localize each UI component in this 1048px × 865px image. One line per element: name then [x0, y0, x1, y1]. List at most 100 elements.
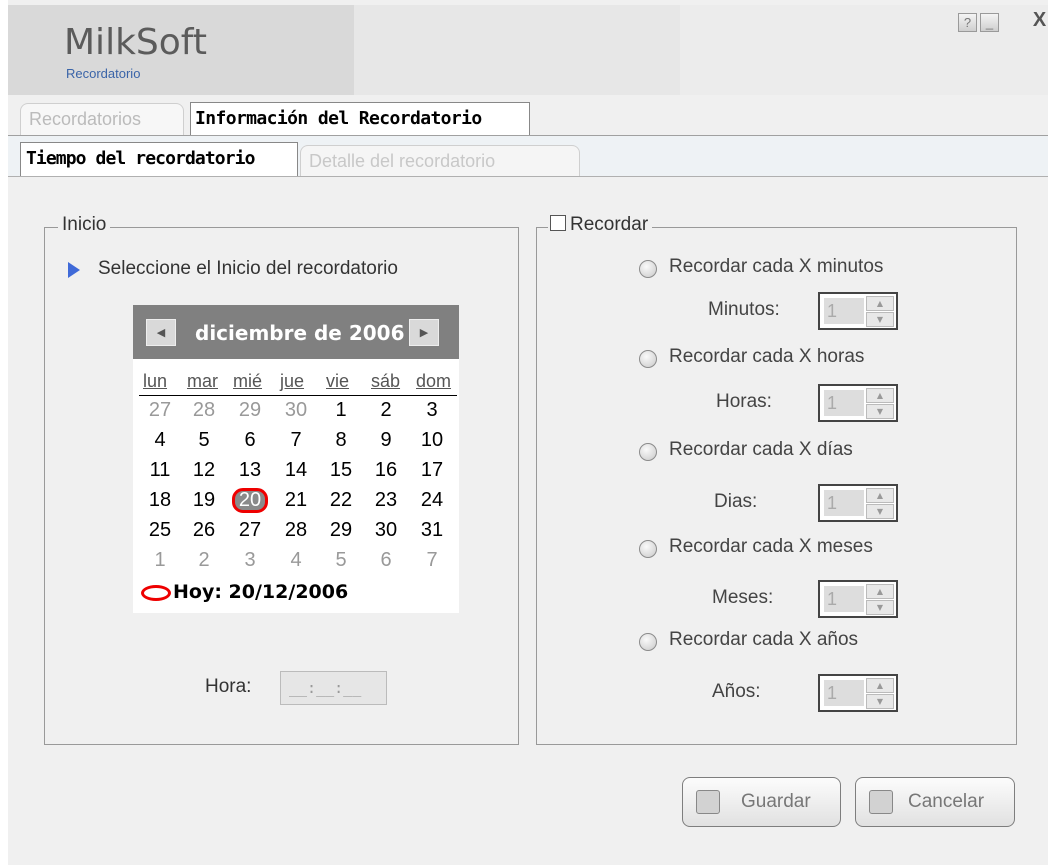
- recordar-radio[interactable]: [639, 540, 657, 558]
- calendar-day[interactable]: 13: [235, 459, 265, 482]
- calendar-day[interactable]: 5: [326, 549, 356, 572]
- recordar-radio[interactable]: [639, 350, 657, 368]
- stepper-value[interactable]: 1: [824, 390, 864, 416]
- tab-recordatorios[interactable]: Recordatorios: [20, 103, 184, 135]
- calendar-day[interactable]: 30: [281, 399, 311, 422]
- stepper-up-icon[interactable]: ▲: [866, 488, 894, 503]
- stepper-down-icon[interactable]: ▼: [866, 694, 894, 709]
- hora-input[interactable]: __:__:__: [280, 671, 387, 705]
- prev-month-button[interactable]: ◀: [146, 319, 176, 346]
- guardar-label: Guardar: [741, 791, 811, 812]
- stepper-down-icon[interactable]: ▼: [866, 504, 894, 519]
- stepper-up-icon[interactable]: ▲: [866, 678, 894, 693]
- calendar-day[interactable]: 30: [371, 519, 401, 542]
- tab-tiempo-recordatorio[interactable]: Tiempo del recordatorio: [20, 142, 298, 176]
- calendar-day[interactable]: 1: [326, 399, 356, 422]
- recordar-radio[interactable]: [639, 633, 657, 651]
- calendar-day[interactable]: 5: [189, 429, 219, 452]
- weekday-header: mié: [233, 371, 263, 391]
- next-month-button[interactable]: ▶: [409, 319, 439, 346]
- calendar-day[interactable]: 1: [145, 549, 175, 572]
- stepper-up-icon[interactable]: ▲: [866, 584, 894, 599]
- stepper-value[interactable]: 1: [824, 490, 864, 516]
- tab-informacion-recordatorio[interactable]: Información del Recordatorio: [190, 102, 530, 136]
- weekday-header: lun: [143, 371, 168, 391]
- calendar-day[interactable]: 8: [326, 429, 356, 452]
- calendar-day[interactable]: 4: [281, 549, 311, 572]
- calendar-header: ◀ diciembre de 2006 ▶: [133, 305, 459, 359]
- interval-field-label: Dias:: [714, 491, 758, 512]
- recordar-radio[interactable]: [639, 443, 657, 461]
- interval-stepper[interactable]: 1 ▲ ▼: [818, 674, 898, 712]
- interval-stepper[interactable]: 1 ▲ ▼: [818, 580, 898, 618]
- calendar-day[interactable]: 25: [145, 519, 175, 542]
- calendar-day[interactable]: 2: [371, 399, 401, 422]
- recordar-radio-label[interactable]: Recordar cada X meses: [669, 536, 873, 558]
- close-button[interactable]: X: [1031, 10, 1048, 30]
- calendar-day[interactable]: 23: [371, 489, 401, 512]
- calendar-day[interactable]: 6: [371, 549, 401, 572]
- calendar-day[interactable]: 28: [281, 519, 311, 542]
- help-button[interactable]: ?: [958, 13, 977, 32]
- calendar-day[interactable]: 19: [189, 489, 219, 512]
- calendar-day[interactable]: 15: [326, 459, 356, 482]
- calendar-day[interactable]: 27: [145, 399, 175, 422]
- calendar-divider: [139, 395, 457, 396]
- recordar-radio-label[interactable]: Recordar cada X años: [669, 629, 858, 651]
- stepper-up-icon[interactable]: ▲: [866, 296, 894, 311]
- cancel-icon: [869, 790, 893, 814]
- calendar-day[interactable]: 4: [145, 429, 175, 452]
- recordar-radio-label[interactable]: Recordar cada X minutos: [669, 256, 883, 278]
- today-link[interactable]: Hoy: 20/12/2006: [173, 581, 348, 603]
- interval-stepper[interactable]: 1 ▲ ▼: [818, 292, 898, 330]
- calendar-day[interactable]: 10: [417, 429, 447, 452]
- recordar-radio-label[interactable]: Recordar cada X horas: [669, 346, 864, 368]
- recordar-checkbox[interactable]: [550, 215, 566, 231]
- calendar-day[interactable]: 29: [326, 519, 356, 542]
- calendar-day[interactable]: 20: [232, 488, 268, 513]
- minimize-button[interactable]: _: [980, 13, 999, 32]
- calendar-day[interactable]: 28: [189, 399, 219, 422]
- tab-detalle-recordatorio[interactable]: Detalle del recordatorio: [300, 145, 580, 176]
- stepper-up-icon[interactable]: ▲: [866, 388, 894, 403]
- weekday-header: jue: [280, 371, 305, 391]
- calendar-day[interactable]: 21: [281, 489, 311, 512]
- calendar-day[interactable]: 26: [189, 519, 219, 542]
- stepper-value[interactable]: 1: [824, 586, 864, 612]
- stepper-down-icon[interactable]: ▼: [866, 600, 894, 615]
- calendar-day[interactable]: 14: [281, 459, 311, 482]
- guardar-button[interactable]: Guardar: [682, 777, 841, 827]
- calendar-day[interactable]: 3: [235, 549, 265, 572]
- calendar-day[interactable]: 2: [189, 549, 219, 572]
- calendar-day[interactable]: 11: [145, 459, 175, 482]
- interval-stepper[interactable]: 1 ▲ ▼: [818, 484, 898, 522]
- stepper-value[interactable]: 1: [824, 298, 864, 324]
- app-subtitle: Recordatorio: [66, 66, 141, 81]
- calendar-day[interactable]: 12: [189, 459, 219, 482]
- stepper-value[interactable]: 1: [824, 680, 864, 706]
- calendar-day[interactable]: 16: [371, 459, 401, 482]
- hora-label: Hora:: [205, 676, 252, 697]
- calendar-day[interactable]: 27: [235, 519, 265, 542]
- interval-stepper[interactable]: 1 ▲ ▼: [818, 384, 898, 422]
- calendar-day[interactable]: 9: [371, 429, 401, 452]
- calendar-day[interactable]: 7: [281, 429, 311, 452]
- recordar-radio[interactable]: [639, 260, 657, 278]
- calendar-day[interactable]: 22: [326, 489, 356, 512]
- chevron-right-icon: ▶: [419, 326, 429, 339]
- calendar-day[interactable]: 6: [235, 429, 265, 452]
- calendar-day[interactable]: 17: [417, 459, 447, 482]
- save-icon: [696, 790, 720, 814]
- calendar-day[interactable]: 3: [417, 399, 447, 422]
- stepper-down-icon[interactable]: ▼: [866, 312, 894, 327]
- calendar-day[interactable]: 24: [417, 489, 447, 512]
- stepper-down-icon[interactable]: ▼: [866, 404, 894, 419]
- calendar-day[interactable]: 29: [235, 399, 265, 422]
- cancelar-button[interactable]: Cancelar: [855, 777, 1015, 827]
- calendar-day[interactable]: 31: [417, 519, 447, 542]
- recordar-radio-label[interactable]: Recordar cada X días: [669, 439, 853, 461]
- inicio-hint: Seleccione el Inicio del recordatorio: [98, 258, 398, 279]
- calendar-day[interactable]: 7: [417, 549, 447, 572]
- calendar-day[interactable]: 18: [145, 489, 175, 512]
- interval-field-label: Años:: [712, 681, 761, 702]
